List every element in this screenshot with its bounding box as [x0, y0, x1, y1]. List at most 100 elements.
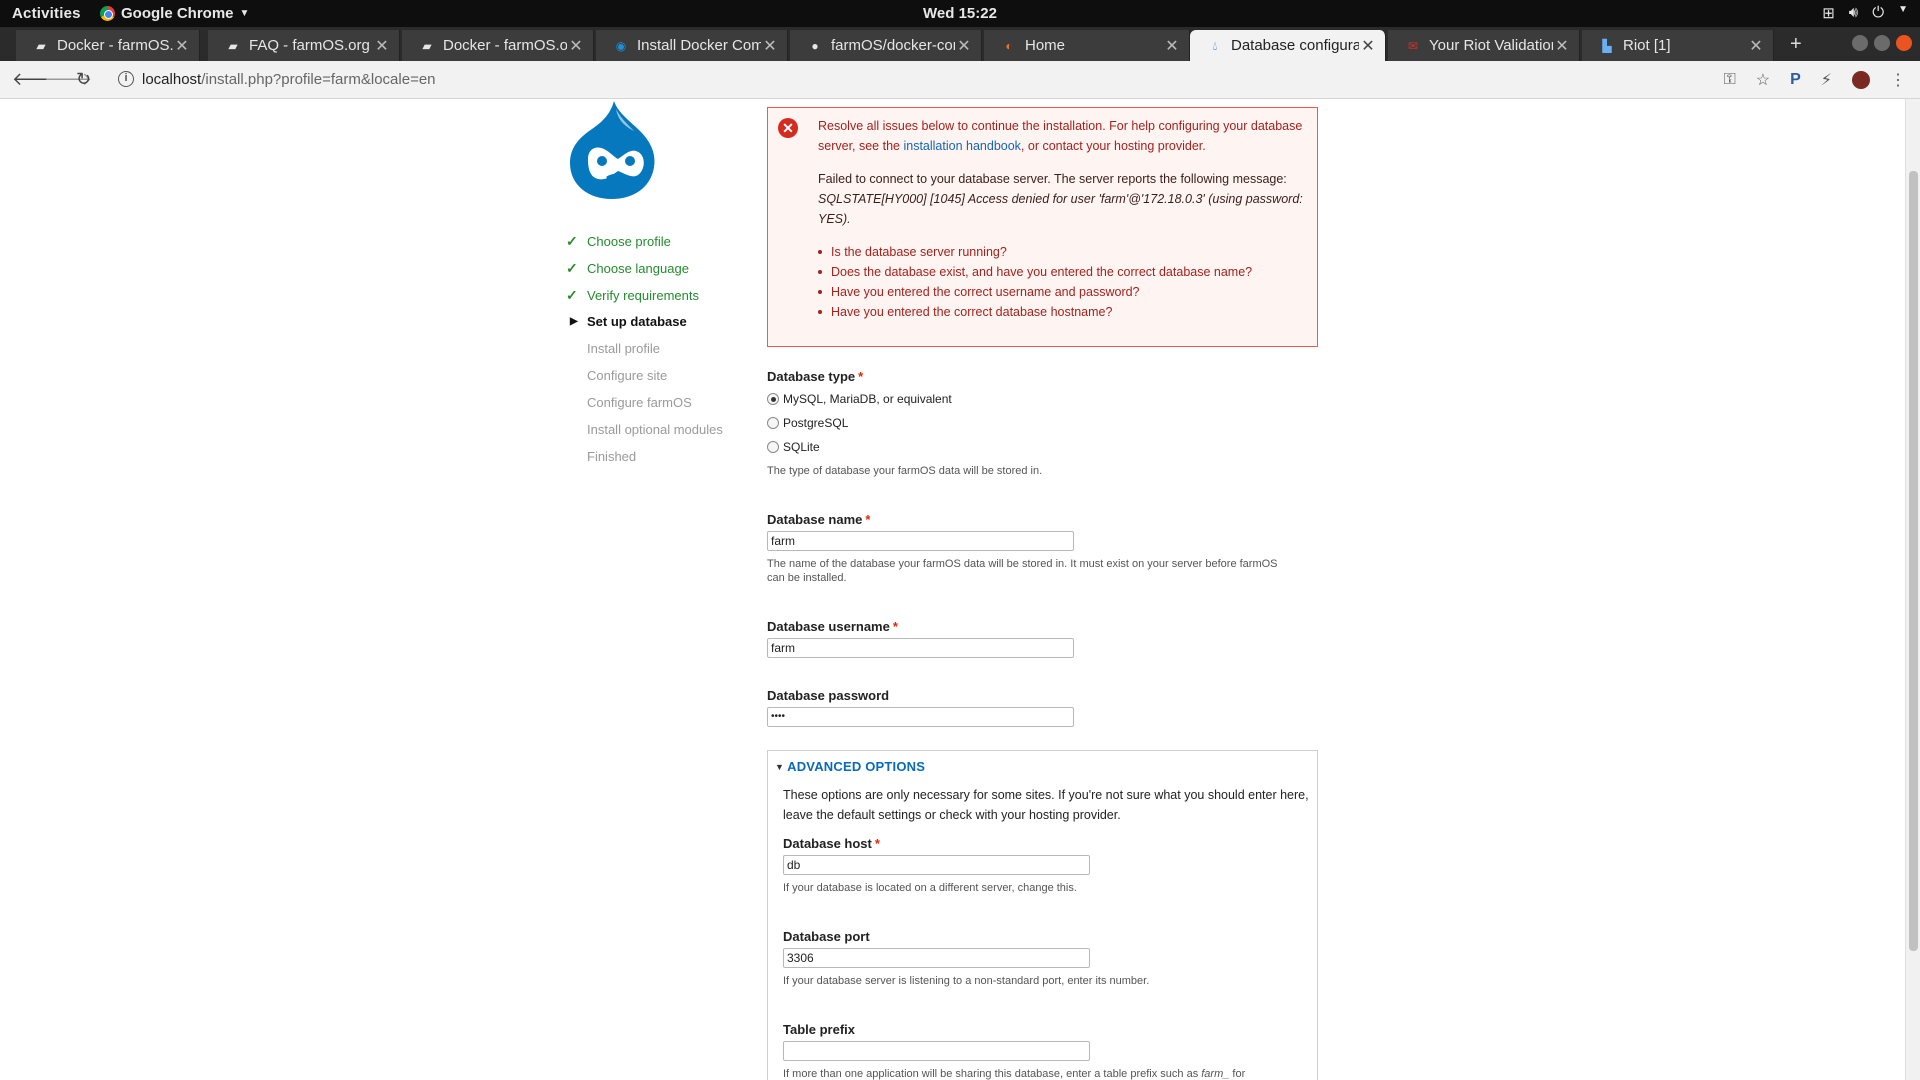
url-host: localhost [142, 71, 202, 88]
db-password-label: Database password [767, 688, 890, 703]
volume-icon: 🔊︎ [1848, 4, 1859, 21]
step-label: Install optional modules [587, 422, 723, 437]
clock[interactable]: Wed 15:22 [0, 5, 1920, 22]
drupal-icon: 💧︎ [1212, 38, 1218, 53]
radio-button[interactable] [767, 417, 779, 429]
new-tab-button[interactable]: + [1790, 33, 1802, 56]
step-label: Install profile [587, 341, 660, 356]
scrollbar-thumb[interactable] [1909, 171, 1918, 951]
tab-title: Home [1025, 37, 1066, 54]
advanced-options-toggle[interactable]: ▼ ADVANCED OPTIONS [775, 759, 925, 774]
tab-title: Riot [1] [1623, 37, 1671, 54]
table-prefix-label: Table prefix [783, 1022, 856, 1037]
system-tray[interactable]: ⊞ 🔊︎ ⏻ ▼ [1822, 4, 1908, 22]
tab-title: Database configuration [1231, 37, 1359, 54]
tab-docker-farmos-1[interactable]: ▰ Docker - farmOS.org ✕ [16, 30, 200, 61]
step-label: Configure farmOS [587, 395, 692, 410]
installation-handbook-link[interactable]: installation handbook [903, 139, 1020, 153]
error-messages: ✕ Resolve all issues below to continue t… [767, 107, 1318, 347]
db-port-label: Database port [783, 929, 870, 944]
close-icon[interactable]: ✕ [173, 36, 191, 56]
profile-avatar[interactable] [1852, 71, 1870, 89]
url-field[interactable]: localhost/install.php?profile=farm&local… [142, 71, 436, 88]
tab-title: FAQ - farmOS.org [249, 37, 370, 54]
key-icon[interactable]: ⚿ [1724, 71, 1736, 89]
close-icon[interactable]: ✕ [1163, 36, 1181, 56]
db-type-radio-postgresql[interactable]: PostgreSQL [767, 416, 848, 430]
page-scrollbar[interactable] [1905, 99, 1920, 1080]
page-icon: ▰ [422, 38, 432, 53]
db-username-input[interactable]: farm [767, 638, 1074, 658]
radio-button[interactable] [767, 441, 779, 453]
step-choose-language: ✓ Choose language [566, 260, 689, 277]
checkmark-icon: ✓ [566, 287, 578, 303]
db-host-input[interactable]: db [783, 855, 1090, 875]
tab-docker-farmos-2[interactable]: ▰ Docker - farmOS.org ✕ [402, 30, 594, 61]
url-path: /install.php?profile=farm&locale=en [201, 71, 436, 88]
advanced-options-fieldset: ▼ ADVANCED OPTIONS These options are only… [767, 750, 1318, 1080]
tab-database-configuration[interactable]: 💧︎ Database configuration ✕ [1190, 30, 1386, 61]
db-type-radio-sqlite[interactable]: SQLite [767, 440, 820, 454]
step-set-up-database: ▶ Set up database [566, 314, 687, 329]
list-item: Have you entered the correct username an… [818, 282, 1308, 302]
db-type-label: Database type * [767, 369, 864, 384]
site-info-icon[interactable]: i [118, 71, 134, 87]
advanced-options-description: These options are only necessary for som… [783, 788, 1309, 822]
step-label: Set up database [587, 314, 687, 329]
maximize-button[interactable] [1874, 35, 1890, 51]
tab-riot[interactable]: ▙ Riot [1] ✕ [1582, 30, 1774, 61]
db-name-label: Database name * [767, 512, 871, 527]
window-controls [1852, 35, 1912, 51]
bookmark-star-icon[interactable]: ☆ [1756, 70, 1770, 90]
close-window-button[interactable] [1896, 35, 1912, 51]
tab-riot-validation[interactable]: ✉ Your Riot Validation ✕ [1388, 30, 1580, 61]
required-marker: * [858, 369, 864, 384]
menu-icon[interactable]: ⋮ [1890, 70, 1906, 90]
db-port-input[interactable]: 3306 [783, 948, 1090, 968]
db-name-input[interactable]: farm [767, 531, 1074, 551]
extension-paypal-icon[interactable]: P [1790, 71, 1801, 89]
step-install-optional-modules: Install optional modules [566, 422, 723, 437]
extension-icon[interactable]: ⚡︎ [1821, 70, 1832, 90]
github-icon: ● [811, 38, 819, 53]
toolbar-actions: ⚿ ☆ P ⚡︎ ⋮ [1724, 70, 1906, 90]
tab-github-docker-compose[interactable]: ● farmOS/docker-compose ✕ [790, 30, 982, 61]
step-choose-profile: ✓ Choose profile [566, 233, 671, 250]
tab-title: Docker - farmOS.org [57, 37, 173, 54]
tab-install-docker-compose[interactable]: ◉ Install Docker Compose ✕ [596, 30, 788, 61]
db-type-description: The type of database your farmOS data wi… [767, 465, 1043, 477]
page-viewport: ✓ Choose profile ✓ Choose language ✓ Verify… [0, 99, 1905, 1080]
radio-button-selected[interactable] [767, 393, 779, 405]
tab-faq-farmos[interactable]: ▰ FAQ - farmOS.org ✕ [208, 30, 400, 61]
gmail-icon: ✉ [1407, 38, 1419, 53]
close-icon[interactable]: ✕ [1747, 36, 1765, 56]
step-install-profile: Install profile [566, 341, 660, 356]
step-configure-farmos: Configure farmOS [566, 395, 692, 410]
drupal-logo-icon [570, 101, 655, 199]
db-port-description: If your database server is listening to … [783, 975, 1150, 987]
error-intro: Resolve all issues below to continue the… [818, 119, 1303, 153]
address-toolbar: 🡐 🡒 ↻ i localhost/install.php?profile=fa… [0, 61, 1920, 99]
list-item: Have you entered the correct database ho… [818, 302, 1308, 322]
checkmark-icon: ✓ [566, 233, 578, 249]
close-icon[interactable]: ✕ [1359, 36, 1377, 56]
close-icon[interactable]: ✕ [955, 36, 973, 56]
tab-home[interactable]: ◐ Home ✕ [984, 30, 1190, 61]
error-checklist: Is the database server running? Does the… [818, 242, 1308, 322]
db-password-input[interactable]: •••• [767, 707, 1074, 727]
tab-title: Docker - farmOS.org [443, 37, 567, 54]
close-icon[interactable]: ✕ [1553, 36, 1571, 56]
reload-button[interactable]: ↻ [76, 69, 91, 90]
error-server-message: SQLSTATE[HY000] [1045] Access denied for… [818, 192, 1303, 226]
error-icon: ✕ [778, 118, 798, 138]
minimize-button[interactable] [1852, 35, 1868, 51]
close-icon[interactable]: ✕ [373, 36, 391, 56]
close-icon[interactable]: ✕ [761, 36, 779, 56]
tab-strip: ▰ Docker - farmOS.org ✕ ▰ FAQ - farmOS.o… [0, 27, 1920, 61]
chevron-down-icon: ▼ [1898, 4, 1908, 15]
table-prefix-input[interactable] [783, 1041, 1090, 1061]
db-type-radio-mysql[interactable]: MySQL, MariaDB, or equivalent [767, 392, 952, 406]
step-verify-requirements: ✓ Verify requirements [566, 287, 699, 304]
close-icon[interactable]: ✕ [567, 36, 585, 56]
list-item: Is the database server running? [818, 242, 1308, 262]
